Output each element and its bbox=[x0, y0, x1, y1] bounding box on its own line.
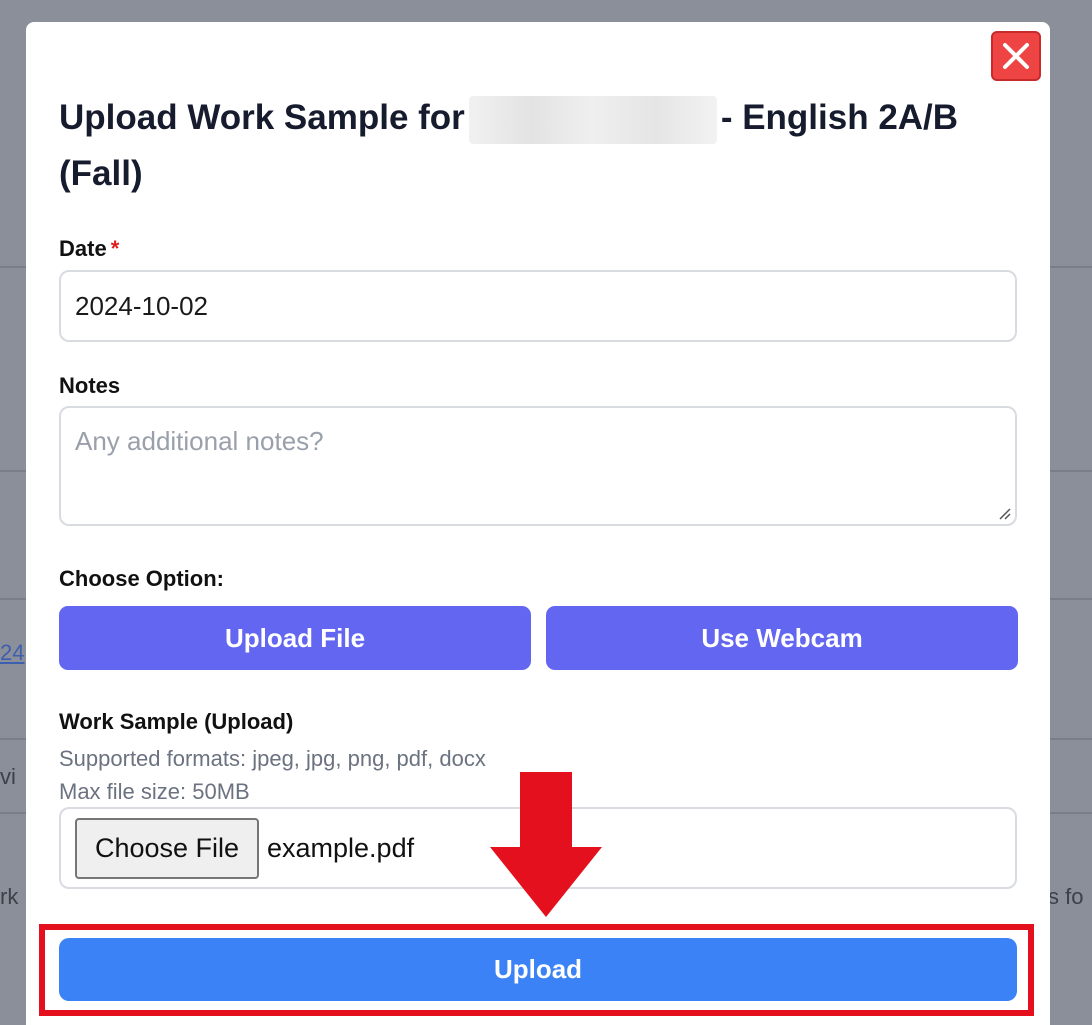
bg-text-fragment: vi bbox=[0, 764, 16, 789]
date-input-value: 2024-10-02 bbox=[75, 290, 208, 321]
annotation-highlight-box bbox=[39, 924, 1034, 1016]
redacted-student-name bbox=[468, 95, 717, 144]
modal-title: Upload Work Sample for - English 2A/B (Fa… bbox=[59, 90, 999, 202]
bg-link-fragment: 24 bbox=[0, 640, 25, 665]
notes-placeholder: Any additional notes? bbox=[75, 426, 324, 456]
close-button[interactable] bbox=[991, 31, 1041, 81]
title-prefix: Upload Work Sample for bbox=[59, 98, 465, 137]
work-sample-label: Work Sample (Upload) bbox=[59, 709, 294, 734]
upload-file-button[interactable]: Upload File bbox=[59, 606, 531, 670]
bg-text-fragment: s fo bbox=[1048, 884, 1084, 909]
date-input[interactable]: 2024-10-02 bbox=[59, 270, 1017, 342]
choose-option-label: Choose Option: bbox=[59, 566, 224, 591]
use-webcam-button[interactable]: Use Webcam bbox=[546, 606, 1018, 670]
close-icon bbox=[1003, 43, 1029, 69]
supported-formats-text: Supported formats: jpeg, jpg, png, pdf, … bbox=[59, 746, 486, 771]
resize-grip-icon[interactable] bbox=[995, 504, 1011, 520]
notes-textarea[interactable]: Any additional notes? bbox=[59, 406, 1017, 526]
max-file-size-text: Max file size: 50MB bbox=[59, 779, 250, 804]
bg-text-fragment: rk bbox=[0, 884, 19, 909]
date-label: Date * bbox=[59, 236, 119, 262]
choose-file-button[interactable]: Choose File bbox=[75, 817, 259, 879]
date-label-text: Date bbox=[59, 236, 107, 261]
notes-label: Notes bbox=[59, 373, 121, 398]
required-marker: * bbox=[110, 236, 120, 261]
selected-file-name: example.pdf bbox=[267, 832, 415, 863]
down-arrow-icon bbox=[490, 772, 602, 917]
